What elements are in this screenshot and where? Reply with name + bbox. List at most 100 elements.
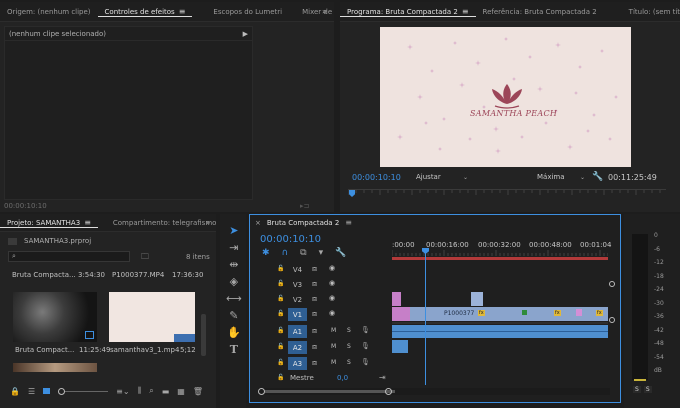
solo-button[interactable]: S [347,327,351,334]
eye-icon[interactable]: ◉ [329,309,335,317]
playhead[interactable] [425,251,426,385]
track-label[interactable]: A3 [288,357,307,370]
list-item[interactable]: Bruta Compacta... 3:54:30 [12,271,105,279]
more-tabs-icon[interactable]: » [206,219,210,227]
quality-dropdown[interactable]: Máxima ⌄ [537,173,585,181]
new-bin-icon[interactable]: 🗀 [141,251,149,265]
track-lock-icon[interactable]: 🔓 [277,310,284,317]
track-lock-icon[interactable]: 🔓 [277,343,284,350]
track-lock-icon[interactable]: 🔓 [277,295,284,302]
automate-icon[interactable]: ⫼ [138,386,142,396]
scroll-thumb[interactable] [265,390,395,393]
sync-lock-icon[interactable]: ⧈ [312,264,317,274]
solo-button[interactable]: S [643,386,652,393]
wrench-icon[interactable]: 🔧 [592,172,603,182]
hand-tool-icon[interactable]: ✋ [226,326,242,339]
master-track-row[interactable]: 🔓 Mestre 0,0 ⇥ [250,373,392,385]
audio-clip[interactable] [392,340,408,353]
solo-button[interactable]: S [347,343,351,350]
slip-tool-icon[interactable]: ⟷ [226,292,242,305]
clip-thumbnail[interactable] [13,292,97,342]
ripple-edit-tool-icon[interactable]: ⇹ [226,258,242,271]
clip-thumbnail[interactable] [13,363,97,372]
timeline-vscroll[interactable] [609,281,615,325]
solo-button[interactable]: S [633,386,641,393]
sync-lock-icon[interactable]: ⧈ [312,294,317,304]
icon-view-icon[interactable] [43,388,51,394]
track-lock-icon[interactable]: 🔓 [277,280,284,287]
close-icon[interactable]: × [255,219,261,227]
filter-icon[interactable]: ▸⊐ [300,202,309,210]
source-timecode[interactable]: 00:00:10:10 [4,202,47,210]
scroll-handle[interactable] [258,388,265,395]
tab-project[interactable]: Projeto: SAMANTHA3 ≡ [0,218,98,228]
track-lock-icon[interactable]: 🔓 [277,359,284,366]
list-item[interactable]: samanthav3_1.mp4 5;12 [110,346,202,354]
sequence-tab-label[interactable]: Bruta Compactada 2 [267,219,339,227]
trash-icon[interactable]: 🗑 [193,387,203,396]
go-to-end-icon[interactable]: ⇥ [379,373,386,382]
selection-tool-icon[interactable]: ➤ [226,224,242,237]
track-area[interactable]: P1000377 fx fx fx [392,248,608,385]
list-item[interactable]: P1000377.MP4 17:36:30 [112,271,203,279]
clip[interactable] [392,307,410,321]
solo-button[interactable]: S [347,359,351,366]
track-label[interactable]: V1 [288,308,307,321]
mute-button[interactable]: M [331,343,336,350]
scroll-handle[interactable] [609,317,615,323]
mute-button[interactable]: M [331,327,336,334]
tab-title[interactable]: Título: (sem título) [622,8,680,16]
pen-tool-icon[interactable]: ✎ [226,309,242,322]
sync-lock-icon[interactable]: ⧈ [312,342,317,352]
eye-icon[interactable]: ◉ [329,264,335,272]
project-scrollbar[interactable] [201,314,206,356]
panel-menu-icon[interactable]: ≡ [345,218,352,227]
microphone-icon[interactable]: 🎙 [361,342,370,350]
marker-icon[interactable]: ▾ [319,248,324,258]
master-volume[interactable]: 0,0 [337,374,348,382]
tab-program[interactable]: Programa: Bruta Compactada 2 ≡ [340,7,476,17]
sync-lock-icon[interactable]: ⧈ [312,358,317,368]
track-header[interactable]: 🔓 A3 ⧈ M S 🎙 [250,357,392,371]
microphone-icon[interactable]: 🎙 [361,326,370,334]
panel-menu-icon[interactable]: ≡ [462,7,469,16]
panel-menu-icon[interactable]: ≡ [84,218,91,227]
tab-bin[interactable]: Compartimento: telegrafismos [106,219,216,227]
eye-icon[interactable]: ◉ [329,294,335,302]
list-item[interactable]: Bruta Compact... 11:25:49 [15,346,110,354]
track-header[interactable]: 🔓 V3 ⧈ ◉ [250,278,392,292]
sync-lock-icon[interactable]: ⧈ [312,326,317,336]
track-label[interactable]: A2 [288,341,307,354]
program-timecode[interactable]: 00:00:10:10 [352,173,401,182]
program-video-frame[interactable]: SAMANTHA PEACH [380,27,631,167]
track-label[interactable]: V3 [288,278,307,291]
sync-lock-icon[interactable]: ⧈ [312,279,317,289]
track-header[interactable]: 🔓 A2 ⧈ M S 🎙 [250,341,392,355]
sync-lock-icon[interactable]: ⧈ [312,309,317,319]
track-select-tool-icon[interactable]: ⇥ [226,241,242,254]
track-header[interactable]: 🔓 A1 ⧈ M S 🎙 [250,325,392,339]
clip[interactable]: P1000377 fx fx fx [410,307,608,321]
microphone-icon[interactable]: 🎙 [361,358,370,366]
clip[interactable] [471,292,483,306]
zoom-slider[interactable] [58,387,109,395]
razor-tool-icon[interactable]: ◈ [226,275,242,288]
track-label[interactable]: V2 [288,293,307,306]
settings-wrench-icon[interactable]: 🔧 [335,248,346,258]
lock-icon[interactable]: 🔒 [10,387,20,396]
track-lock-icon[interactable]: 🔓 [277,265,284,272]
eye-icon[interactable]: ◉ [329,279,335,287]
play-triangle-icon[interactable]: ▶ [243,30,248,38]
clip-thumbnail[interactable] [109,292,195,342]
track-label[interactable]: V4 [288,263,307,276]
timeline-hscroll[interactable] [258,388,610,395]
tab-reference[interactable]: Referência: Bruta Compactada 2 [476,8,604,16]
project-search-field[interactable]: ⌕ [8,251,130,262]
scroll-handle[interactable] [385,388,392,395]
clip[interactable] [392,292,401,306]
tab-lumetri-scopes[interactable]: Escopos do Lumetri [206,8,289,16]
scroll-handle[interactable] [609,281,615,287]
snap-icon[interactable]: ✱ [262,248,270,258]
list-view-icon[interactable]: ☰ [28,387,35,396]
magnet-icon[interactable]: ∩ [282,248,289,258]
